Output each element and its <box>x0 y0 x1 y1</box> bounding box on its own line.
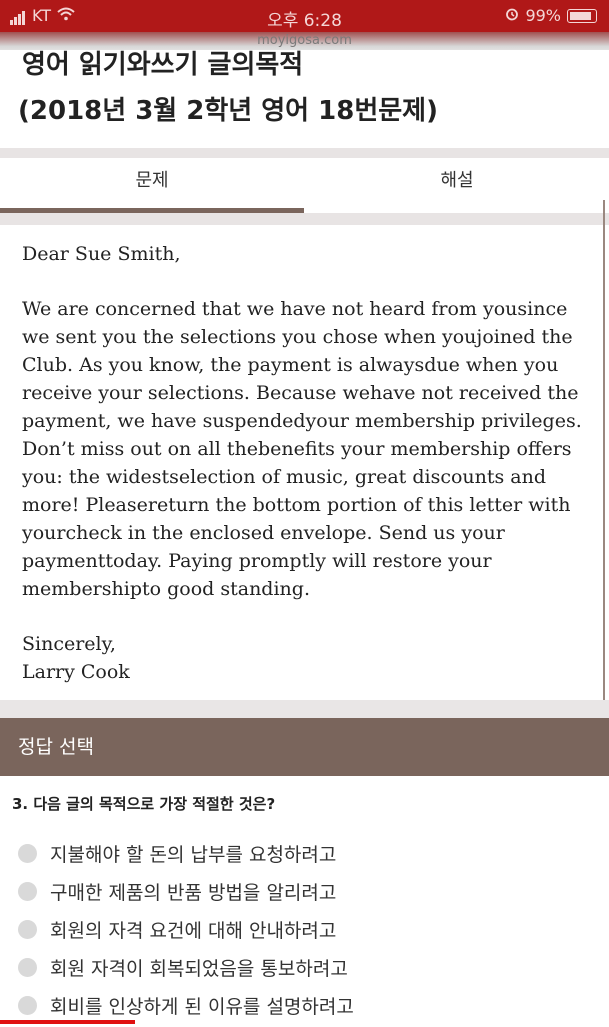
letter-signature: Larry Cook <box>22 661 130 683</box>
option-1[interactable]: 지불해야 할 돈의 납부를 요청하려고 <box>18 834 598 872</box>
option-label: 회원의 자격 요건에 대해 안내하려고 <box>50 919 337 942</box>
option-4[interactable]: 회원 자격이 회복되었음을 통보하려고 <box>18 948 598 986</box>
page-title: 영어 읽기와쓰기 글의목적 (2018년 3월 2학년 영어 18번문제) <box>0 50 609 148</box>
page-title-line2: (2018년 3월 2학년 영어 18번문제) <box>18 96 438 126</box>
option-label: 지불해야 할 돈의 납부를 요청하려고 <box>50 843 337 866</box>
battery-percent: 99% <box>525 6 561 25</box>
radio-button-icon[interactable] <box>18 995 37 1015</box>
letter-closing: Sincerely, <box>22 633 116 655</box>
letter-text: Dear Sue Smith, We are concerned that we… <box>22 240 597 686</box>
battery-icon <box>567 8 597 23</box>
letter-greeting: Dear Sue Smith, <box>22 243 181 265</box>
radio-button-icon[interactable] <box>18 843 37 863</box>
divider <box>0 213 609 225</box>
option-3[interactable]: 회원의 자격 요건에 대해 안내하려고 <box>18 910 598 948</box>
video-progress-bar[interactable] <box>0 1020 135 1024</box>
scrollbar[interactable] <box>603 200 605 770</box>
page-title-line1: 영어 읽기와쓰기 글의목적 <box>22 50 304 80</box>
radio-button-icon[interactable] <box>18 881 37 901</box>
answer-section-header: 정답 선택 <box>0 718 609 776</box>
option-5[interactable]: 회비를 인상하게 된 이유를 설명하려고 <box>18 986 598 1024</box>
tab-question[interactable]: 문제 <box>0 158 304 213</box>
option-label: 회비를 인상하게 된 이유를 설명하려고 <box>50 995 354 1018</box>
option-label: 구매한 제품의 반품 방법을 알리려고 <box>50 881 337 904</box>
question-text: 3. 다음 글의 목적으로 가장 적절한 것은? <box>12 795 276 813</box>
letter-body: We are concerned that we have not heard … <box>22 298 582 600</box>
answer-options: 지불해야 할 돈의 납부를 요청하려고 구매한 제품의 반품 방법을 알리려고 … <box>18 834 598 1024</box>
status-right: 99% <box>505 6 597 25</box>
divider <box>0 148 609 158</box>
radio-button-icon[interactable] <box>18 919 37 939</box>
tab-explanation[interactable]: 해설 <box>305 158 609 208</box>
status-bar: KT 오후 6:28 99% <box>0 0 609 32</box>
divider <box>0 700 609 718</box>
option-2[interactable]: 구매한 제품의 반품 방법을 알리려고 <box>18 872 598 910</box>
radio-button-icon[interactable] <box>18 957 37 977</box>
alarm-icon <box>505 6 519 25</box>
option-label: 회원 자격이 회복되었음을 통보하려고 <box>50 957 348 980</box>
tab-bar: 문제 해설 <box>0 158 609 213</box>
